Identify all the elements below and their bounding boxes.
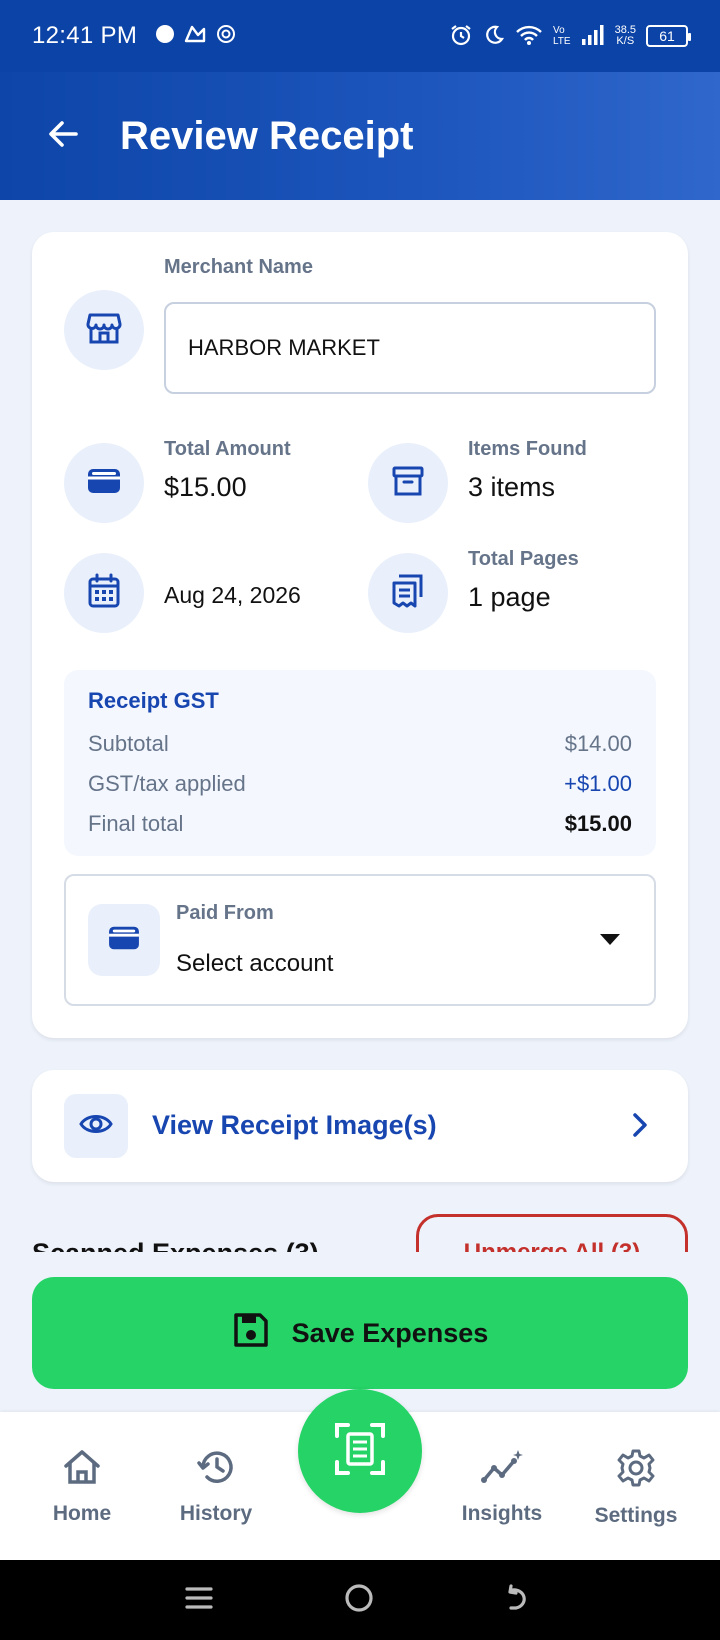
app-bar: Review Receipt — [0, 72, 720, 200]
gst-row-subtotal: Subtotal $14.00 — [88, 724, 632, 764]
wifi-icon — [515, 24, 543, 49]
volte-bottom-text: LTE — [552, 36, 571, 47]
gst-row-tax: GST/tax applied +$1.00 — [88, 764, 632, 804]
status-time: 12:41 PM — [32, 22, 138, 49]
battery-level: 61 — [659, 28, 675, 44]
status-bar: 12:41 PM Vo LTE 38.5 K/S 61 — [0, 0, 720, 72]
wallet-icon — [86, 466, 122, 501]
unmerge-all-button[interactable]: Unmerge All (3) — [416, 1214, 688, 1252]
wallet-icon — [107, 924, 141, 957]
do-not-disturb-moon-icon — [483, 24, 505, 49]
nav-home[interactable]: Home — [12, 1448, 152, 1526]
view-receipt-images-label: View Receipt Image(s) — [152, 1110, 437, 1140]
gear-icon — [616, 1448, 656, 1494]
alarm-icon — [449, 23, 473, 50]
view-receipt-images-button[interactable]: View Receipt Image(s) — [32, 1070, 688, 1182]
page-title: Review Receipt — [120, 113, 414, 158]
paid-from-value: Select account — [176, 950, 334, 977]
gst-row-value: $14.00 — [564, 731, 632, 756]
store-icon — [86, 311, 122, 350]
scanned-expenses-section-header: Scanned Expenses (3) Unmerge All (3) — [0, 1196, 720, 1252]
nav-label: Insights — [461, 1502, 543, 1525]
merchant-name-value: HARBOR MARKET — [188, 335, 380, 360]
save-floppy-icon — [232, 1311, 270, 1356]
total-pages-label: Total Pages — [468, 548, 579, 570]
wallet-icon-badge — [64, 443, 144, 523]
app-notification-icon — [183, 23, 207, 50]
eye-icon-badge — [64, 1094, 128, 1158]
receipt-gst-panel: Receipt GST Subtotal $14.00 GST/tax appl… — [64, 670, 656, 856]
nav-label: Home — [52, 1502, 112, 1525]
gst-row-label: Final total — [88, 811, 184, 836]
archive-icon-badge — [368, 443, 448, 523]
total-amount-value: $15.00 — [164, 472, 247, 502]
items-found-value: 3 items — [468, 472, 556, 502]
volte-indicator: Vo LTE — [553, 25, 571, 47]
nav-history[interactable]: History — [146, 1448, 286, 1526]
account-wallet-icon-badge — [88, 904, 160, 976]
insights-icon — [480, 1448, 524, 1492]
net-speed-unit: K/S — [616, 35, 635, 47]
calendar-icon-badge — [64, 553, 144, 633]
notification-dot-icon — [155, 24, 175, 49]
eye-icon — [79, 1112, 113, 1141]
gst-row-label: GST/tax applied — [88, 771, 246, 796]
unmerge-all-label: Unmerge All (3) — [464, 1239, 640, 1252]
volte-top-text: Vo — [552, 25, 565, 36]
receipt-pages-icon — [391, 573, 425, 614]
gst-title: Receipt GST — [88, 688, 219, 713]
nav-settings[interactable]: Settings — [566, 1448, 706, 1528]
save-expenses-label: Save Expenses — [291, 1317, 489, 1348]
signal-icon — [581, 24, 605, 49]
total-amount-label: Total Amount — [164, 438, 291, 460]
arrow-left-icon — [46, 116, 82, 157]
battery-icon: 61 — [646, 25, 691, 47]
receipt-summary-card: Merchant Name HARBOR MARKET Total Amount… — [32, 232, 688, 1038]
gst-row-value: +$1.00 — [564, 771, 632, 796]
chevron-right-icon — [632, 1112, 648, 1143]
items-found-label: Items Found — [468, 438, 587, 460]
gst-row-value: $15.00 — [564, 811, 632, 836]
history-icon — [196, 1448, 236, 1492]
scanned-expenses-title: Scanned Expenses (3) — [32, 1238, 319, 1252]
nav-label: History — [179, 1502, 253, 1525]
back-button[interactable] — [44, 116, 84, 156]
receipt-date-value: Aug 24, 2026 — [164, 582, 301, 608]
dropdown-arrow-icon — [600, 934, 620, 945]
calendar-icon — [87, 573, 121, 614]
save-expenses-button[interactable]: Save Expenses — [32, 1277, 688, 1389]
scan-receipt-fab[interactable] — [298, 1389, 422, 1513]
merchant-name-label: Merchant Name — [164, 256, 313, 278]
home-icon — [62, 1448, 102, 1492]
paid-from-dropdown[interactable]: Paid From Select account — [64, 874, 656, 1006]
store-icon-badge — [64, 290, 144, 370]
paid-from-label: Paid From — [176, 902, 274, 924]
gst-row-label: Subtotal — [88, 731, 169, 756]
total-pages-value: 1 page — [468, 582, 551, 612]
scan-receipt-icon — [334, 1422, 386, 1481]
net-speed: 38.5 K/S — [615, 25, 636, 47]
receipt-icon-badge — [368, 553, 448, 633]
gst-row-final: Final total $15.00 — [88, 804, 632, 844]
system-navigation-bar — [0, 1560, 720, 1640]
nav-insights[interactable]: Insights — [432, 1448, 572, 1526]
back-gesture-icon[interactable] — [504, 1582, 536, 1619]
home-circle-icon[interactable] — [343, 1582, 375, 1619]
merchant-name-input[interactable]: HARBOR MARKET — [164, 302, 656, 394]
openai-notification-icon — [215, 23, 237, 50]
recent-apps-icon[interactable] — [184, 1583, 214, 1618]
archive-box-icon — [391, 464, 425, 503]
nav-label: Settings — [594, 1504, 678, 1527]
